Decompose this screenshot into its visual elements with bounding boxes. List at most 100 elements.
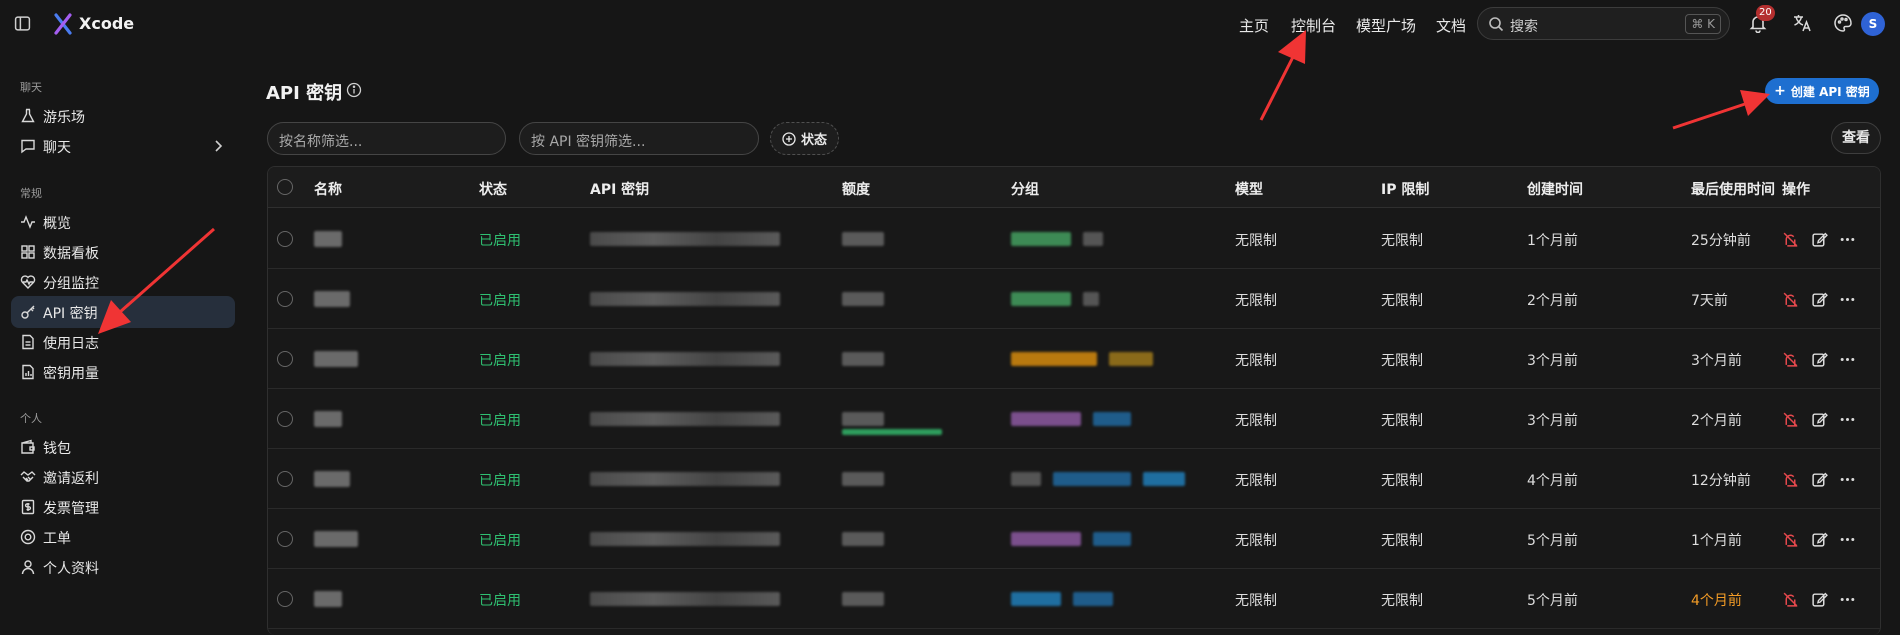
redacted-api-key[interactable] (590, 472, 780, 486)
last-used-time: 4个月前 (1691, 593, 1742, 609)
disable-key-icon[interactable] (1782, 291, 1799, 308)
status-filter-button[interactable]: 状态 (770, 122, 839, 155)
edit-icon[interactable] (1811, 591, 1828, 608)
row-checkbox[interactable] (277, 411, 293, 427)
column-header-api-key[interactable]: API 密钥 (590, 179, 649, 199)
nav-home[interactable]: 主页 (1239, 15, 1269, 36)
top-bar: Xcode 主页 控制台 模型广场 文档 搜索 ⌘ K 20 S (0, 0, 1900, 48)
redacted-api-key[interactable] (590, 352, 780, 366)
disable-key-icon[interactable] (1782, 591, 1799, 608)
nav-console[interactable]: 控制台 (1291, 15, 1336, 36)
row-checkbox[interactable] (277, 591, 293, 607)
sidebar-item-chat[interactable]: 聊天 (11, 130, 235, 162)
table-row[interactable]: 已启用 无限制 无限制 4个月前 12分钟前 (268, 449, 1880, 509)
disable-key-icon[interactable] (1782, 411, 1799, 428)
table-row[interactable]: 已启用 无限制 无限制 3个月前 3个月前 (268, 329, 1880, 389)
sidebar-item-overview[interactable]: 概览 (11, 206, 235, 238)
redacted-api-key[interactable] (590, 592, 780, 606)
palette-icon[interactable] (1833, 13, 1853, 33)
column-header-name[interactable]: 名称 (314, 179, 342, 199)
sidebar-item-wallet[interactable]: 钱包 (11, 431, 235, 463)
translate-icon[interactable] (1792, 13, 1812, 33)
edit-icon[interactable] (1811, 471, 1828, 488)
more-horizontal-icon[interactable] (1839, 231, 1856, 248)
row-checkbox[interactable] (277, 351, 293, 367)
info-icon[interactable] (346, 82, 362, 98)
sidebar-item-api-keys[interactable]: API 密钥 (11, 296, 235, 328)
more-horizontal-icon[interactable] (1839, 471, 1856, 488)
nav-model-square[interactable]: 模型广场 (1356, 15, 1416, 36)
more-horizontal-icon[interactable] (1839, 351, 1856, 368)
table-row[interactable]: 已启用 无限制 无限制 1个月前 25分钟前 (268, 209, 1880, 269)
search-input[interactable]: 搜索 ⌘ K (1477, 7, 1730, 40)
row-checkbox[interactable] (277, 231, 293, 247)
column-header-actions: 操作 (1782, 182, 1810, 198)
model-limit: 无限制 (1235, 533, 1277, 549)
create-api-key-button[interactable]: + 创建 API 密钥 (1765, 78, 1879, 104)
table-row[interactable]: 已启用 无限制 无限制 5个月前 4个月前 (268, 569, 1880, 629)
sidebar-toggle-icon[interactable] (14, 15, 31, 32)
redacted-quota (842, 532, 884, 546)
avatar[interactable]: S (1861, 12, 1885, 36)
redacted-api-key[interactable] (590, 232, 780, 246)
column-header-ip-limit[interactable]: IP 限制 (1381, 179, 1429, 199)
nav-docs[interactable]: 文档 (1436, 15, 1466, 36)
select-all-checkbox[interactable] (277, 179, 293, 195)
column-header-model[interactable]: 模型 (1235, 179, 1263, 199)
row-checkbox[interactable] (277, 471, 293, 487)
more-horizontal-icon[interactable] (1839, 411, 1856, 428)
redacted-group-tag (1011, 412, 1081, 426)
xcode-logo-icon[interactable] (53, 13, 73, 35)
table-row[interactable]: 已启用 无限制 无限制 5个月前 1个月前 (268, 509, 1880, 569)
edit-icon[interactable] (1811, 351, 1828, 368)
status-badge: 已启用 (479, 293, 521, 309)
layout-grid-icon (21, 245, 35, 259)
sidebar-item-usage-logs[interactable]: 使用日志 (11, 326, 235, 358)
disable-key-icon[interactable] (1782, 351, 1799, 368)
search-icon (1489, 17, 1504, 32)
row-checkbox[interactable] (277, 291, 293, 307)
disable-key-icon[interactable] (1782, 471, 1799, 488)
sidebar-item-key-usage[interactable]: 密钥用量 (11, 356, 235, 388)
sidebar-item-label: 发票管理 (43, 501, 99, 517)
sidebar-item-group-monitor[interactable]: 分组监控 (11, 266, 235, 298)
column-header-last-used[interactable]: 最后使用时间 (1691, 179, 1775, 199)
disable-key-icon[interactable] (1782, 531, 1799, 548)
api-key-filter-input[interactable]: 按 API 密钥筛选... (519, 122, 759, 155)
sidebar-item-playground[interactable]: 游乐场 (11, 100, 235, 132)
column-header-group[interactable]: 分组 (1011, 179, 1039, 199)
disable-key-icon[interactable] (1782, 231, 1799, 248)
more-horizontal-icon[interactable] (1839, 531, 1856, 548)
edit-icon[interactable] (1811, 411, 1828, 428)
column-header-quota[interactable]: 额度 (842, 179, 870, 199)
brand-name[interactable]: Xcode (79, 14, 134, 33)
redacted-api-key[interactable] (590, 292, 780, 306)
name-filter-input[interactable]: 按名称筛选... (267, 122, 506, 155)
view-button[interactable]: 查看 (1831, 122, 1881, 154)
redacted-name (314, 351, 358, 367)
redacted-name (314, 591, 342, 607)
model-limit: 无限制 (1235, 593, 1277, 609)
column-header-status[interactable]: 状态 (479, 179, 507, 199)
edit-icon[interactable] (1811, 231, 1828, 248)
sidebar-item-referral[interactable]: 邀请返利 (11, 461, 235, 493)
sidebar-item-label: 邀请返利 (43, 471, 99, 487)
sidebar-item-dashboard[interactable]: 数据看板 (11, 236, 235, 268)
more-horizontal-icon[interactable] (1839, 291, 1856, 308)
edit-icon[interactable] (1811, 291, 1828, 308)
section-label-personal: 个人 (20, 412, 42, 425)
annotation-arrow-create (1672, 90, 1770, 130)
table-row[interactable]: 已启用 无限制 无限制 2个月前 7天前 (268, 269, 1880, 329)
sidebar-item-tickets[interactable]: 工单 (11, 521, 235, 553)
column-header-created[interactable]: 创建时间 (1527, 179, 1583, 199)
redacted-api-key[interactable] (590, 412, 780, 426)
row-checkbox[interactable] (277, 531, 293, 547)
api-key-filter-placeholder: 按 API 密钥筛选... (531, 134, 646, 150)
sidebar-item-profile[interactable]: 个人资料 (11, 551, 235, 583)
more-horizontal-icon[interactable] (1839, 591, 1856, 608)
redacted-api-key[interactable] (590, 532, 780, 546)
table-row[interactable]: 已启用 无限制 无限制 3个月前 2个月前 (268, 389, 1880, 449)
status-badge: 已启用 (479, 413, 521, 429)
edit-icon[interactable] (1811, 531, 1828, 548)
sidebar-item-invoices[interactable]: 发票管理 (11, 491, 235, 523)
